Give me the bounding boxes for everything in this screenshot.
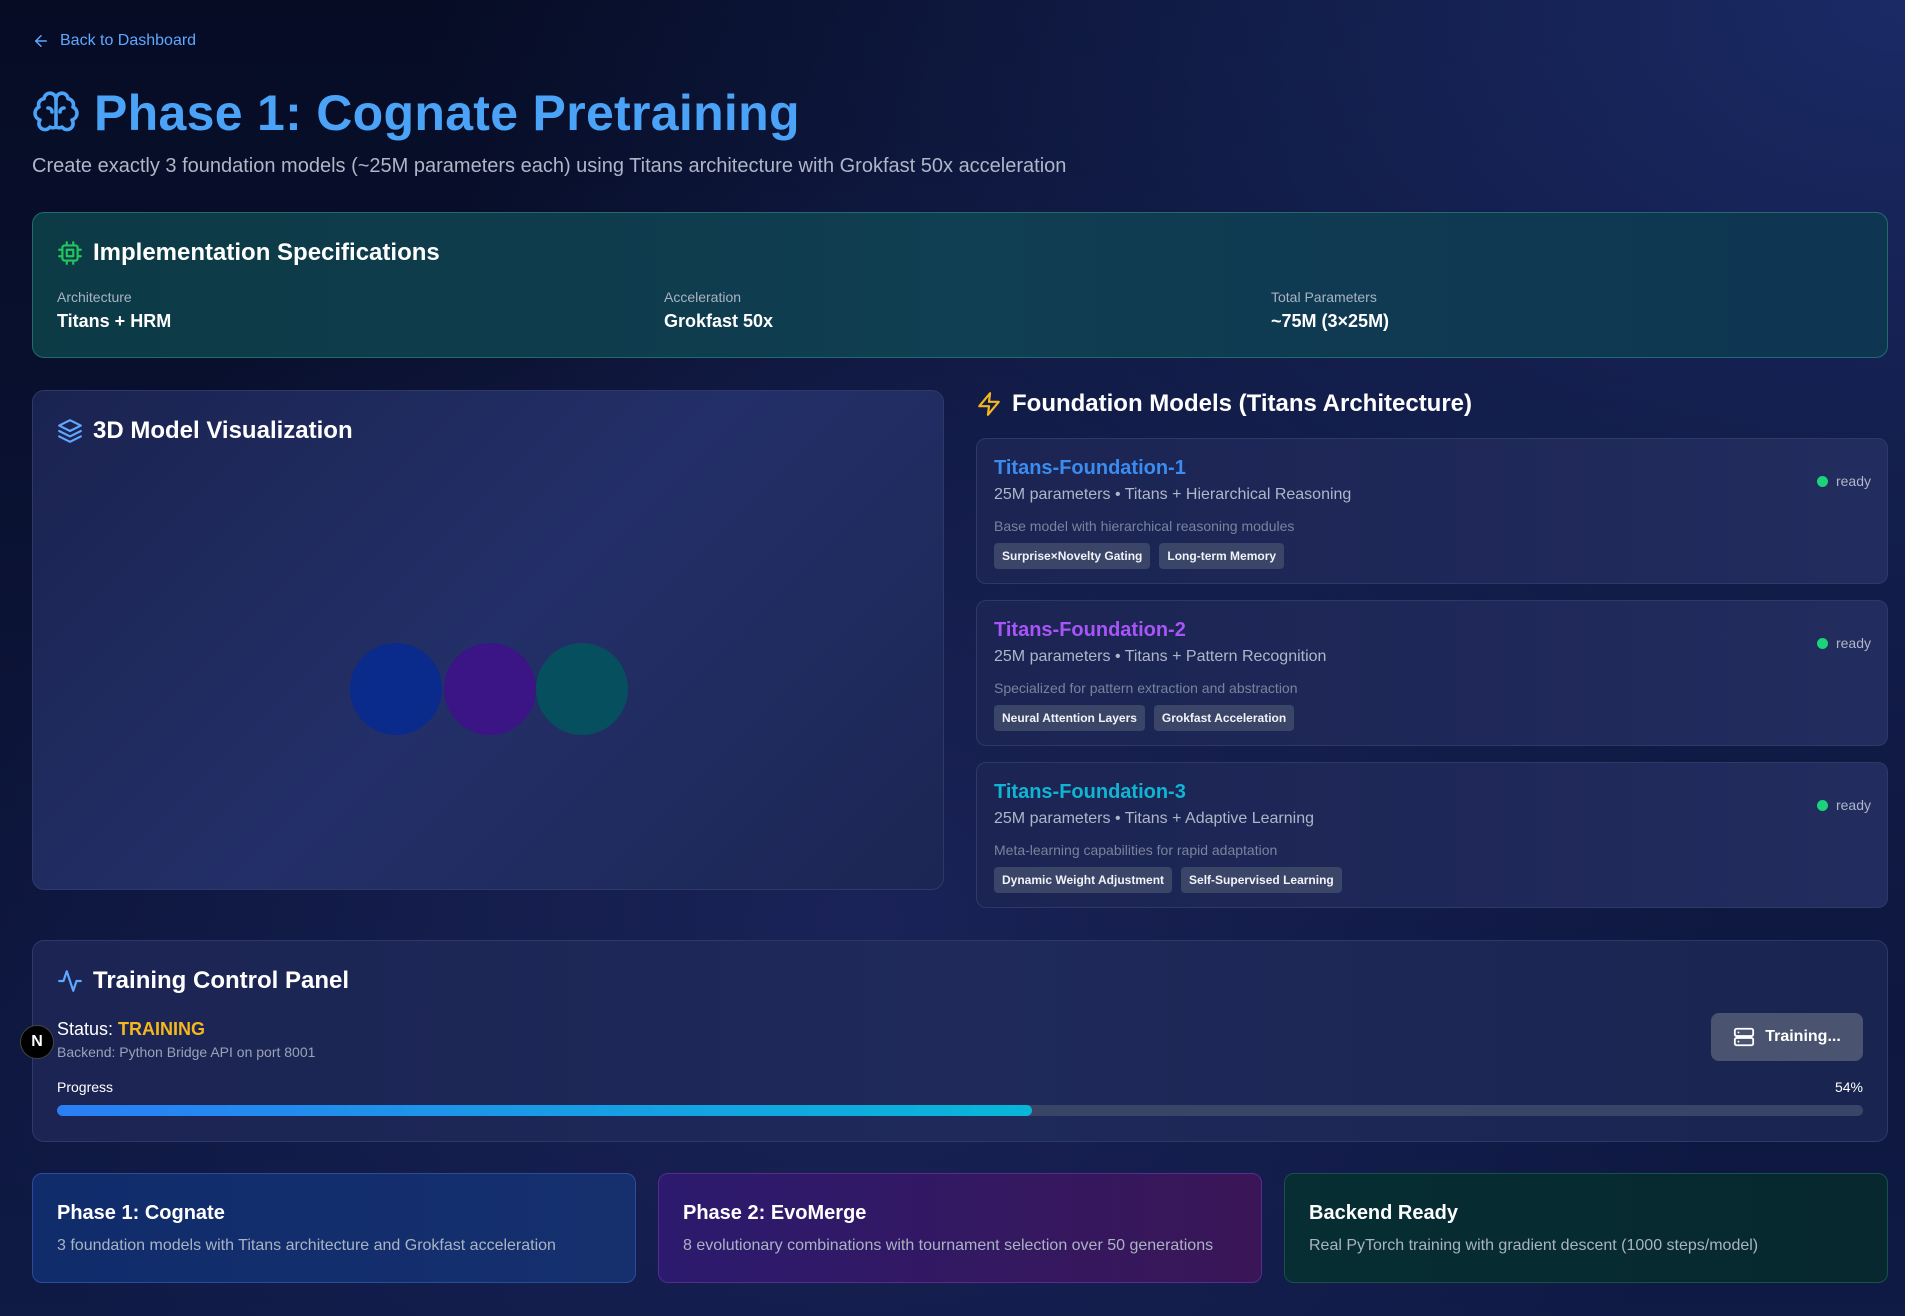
status-text: ready	[1835, 473, 1871, 489]
foundation-models-header: Foundation Models (Titans Architecture)	[976, 390, 1472, 418]
status-dot-icon	[1816, 637, 1828, 649]
card-title: Backend Ready	[1309, 1202, 1458, 1224]
model-card-1[interactable]: Titans-Foundation-1 25M parameters • Tit…	[976, 438, 1888, 584]
spec-value: ~75M (3×25M)	[1271, 311, 1390, 331]
model-orb-2[interactable]	[444, 643, 536, 735]
status-label: Status:	[57, 1019, 114, 1039]
specs-header: Implementation Specifications	[57, 239, 440, 267]
card-description: 3 foundation models with Titans architec…	[57, 1237, 556, 1254]
progress-bar	[57, 1105, 1863, 1116]
spec-label: Total Parameters	[1271, 289, 1377, 305]
model-status: ready	[1816, 635, 1871, 651]
spec-total-parameters: Total Parameters ~75M (3×25M)	[1271, 289, 1389, 332]
layers-icon	[58, 419, 82, 443]
model-tags: Dynamic Weight Adjustment Self-Supervise…	[994, 867, 1342, 893]
model-params: 25M parameters • Titans + Adaptive Learn…	[994, 810, 1315, 827]
model-tags: Neural Attention Layers Grokfast Acceler…	[994, 705, 1295, 731]
spec-architecture: Architecture Titans + HRM	[57, 289, 171, 332]
status-value: TRAINING	[118, 1019, 206, 1039]
back-label: Back to Dashboard	[60, 32, 197, 49]
spec-value: Grokfast 50x	[664, 311, 774, 331]
phase1-summary-card: Phase 1: Cognate 3 foundation models wit…	[32, 1173, 636, 1283]
progress-value: 54%	[1834, 1079, 1863, 1095]
card-description: Real PyTorch training with gradient desc…	[1309, 1237, 1759, 1254]
training-button-label: Training...	[1765, 1028, 1841, 1045]
status-text: ready	[1835, 797, 1871, 813]
next-dev-indicator-button[interactable]: N	[20, 1025, 54, 1059]
model-tag: Surprise×Novelty Gating	[994, 543, 1151, 569]
model-description: Base model with hierarchical reasoning m…	[994, 518, 1295, 534]
foundation-models-title: Foundation Models (Titans Architecture)	[1012, 390, 1473, 417]
model-name: Titans-Foundation-3	[994, 781, 1186, 803]
cpu-icon	[58, 241, 82, 265]
backend-ready-card: Backend Ready Real PyTorch training with…	[1284, 1173, 1888, 1283]
model-description: Specialized for pattern extraction and a…	[994, 680, 1298, 696]
model-card-2[interactable]: Titans-Foundation-2 25M parameters • Tit…	[976, 600, 1888, 746]
page-subtitle: Create exactly 3 foundation models (~25M…	[32, 155, 1067, 177]
backend-info: Backend: Python Bridge API on port 8001	[57, 1044, 316, 1060]
server-icon	[1734, 1027, 1755, 1047]
model-params: 25M parameters • Titans + Hierarchical R…	[994, 486, 1352, 503]
phase2-summary-card: Phase 2: EvoMerge 8 evolutionary combina…	[658, 1173, 1262, 1283]
training-button[interactable]: Training...	[1711, 1013, 1863, 1061]
activity-icon	[58, 970, 82, 992]
model-description: Meta-learning capabilities for rapid ada…	[994, 842, 1278, 858]
zap-icon	[978, 392, 1000, 416]
card-title: Phase 2: EvoMerge	[683, 1202, 867, 1224]
visualization-header: 3D Model Visualization	[57, 417, 353, 445]
brain-icon	[33, 91, 79, 132]
training-header: Training Control Panel	[57, 967, 349, 995]
implementation-specs-card: Implementation Specifications Architectu…	[32, 212, 1888, 358]
back-to-dashboard-link[interactable]: Back to Dashboard	[32, 32, 196, 50]
model-tag: Self-Supervised Learning	[1181, 867, 1342, 893]
training-title: Training Control Panel	[93, 967, 350, 994]
status-text: ready	[1835, 635, 1871, 651]
arrow-left-icon	[35, 35, 47, 47]
progress-fill	[57, 1105, 1033, 1116]
progress-label: Progress	[57, 1079, 114, 1095]
model-visualization-card: 3D Model Visualization	[32, 390, 944, 890]
model-tags: Surprise×Novelty Gating Long-term Memory	[994, 543, 1285, 569]
model-card-3[interactable]: Titans-Foundation-3 25M parameters • Tit…	[976, 762, 1888, 908]
spec-acceleration: Acceleration Grokfast 50x	[664, 289, 773, 332]
model-params: 25M parameters • Titans + Pattern Recogn…	[994, 648, 1327, 665]
visualization-title: 3D Model Visualization	[93, 417, 353, 444]
page-header: Phase 1: Cognate Pretraining	[32, 84, 800, 142]
model-status: ready	[1816, 473, 1871, 489]
card-title: Phase 1: Cognate	[57, 1202, 225, 1224]
model-status: ready	[1816, 797, 1871, 813]
model-tag: Grokfast Acceleration	[1153, 705, 1295, 731]
card-description: 8 evolutionary combinations with tournam…	[683, 1237, 1214, 1254]
spec-label: Acceleration	[664, 289, 742, 305]
model-orb-3[interactable]	[536, 643, 628, 735]
spec-label: Architecture	[57, 289, 132, 305]
training-status: Status: TRAINING	[57, 1019, 205, 1040]
page-title: Phase 1: Cognate Pretraining	[94, 85, 800, 141]
training-control-panel: Training Control Panel Status: TRAINING …	[32, 940, 1888, 1142]
spec-value: Titans + HRM	[57, 311, 172, 331]
model-tag: Long-term Memory	[1159, 543, 1285, 569]
model-name: Titans-Foundation-2	[994, 619, 1186, 641]
specs-title: Implementation Specifications	[93, 239, 440, 266]
model-tag: Neural Attention Layers	[994, 705, 1145, 731]
status-dot-icon	[1816, 475, 1828, 487]
model-orb-1[interactable]	[350, 643, 442, 735]
model-name: Titans-Foundation-1	[994, 457, 1186, 479]
status-dot-icon	[1816, 799, 1828, 811]
model-tag: Dynamic Weight Adjustment	[994, 867, 1173, 893]
